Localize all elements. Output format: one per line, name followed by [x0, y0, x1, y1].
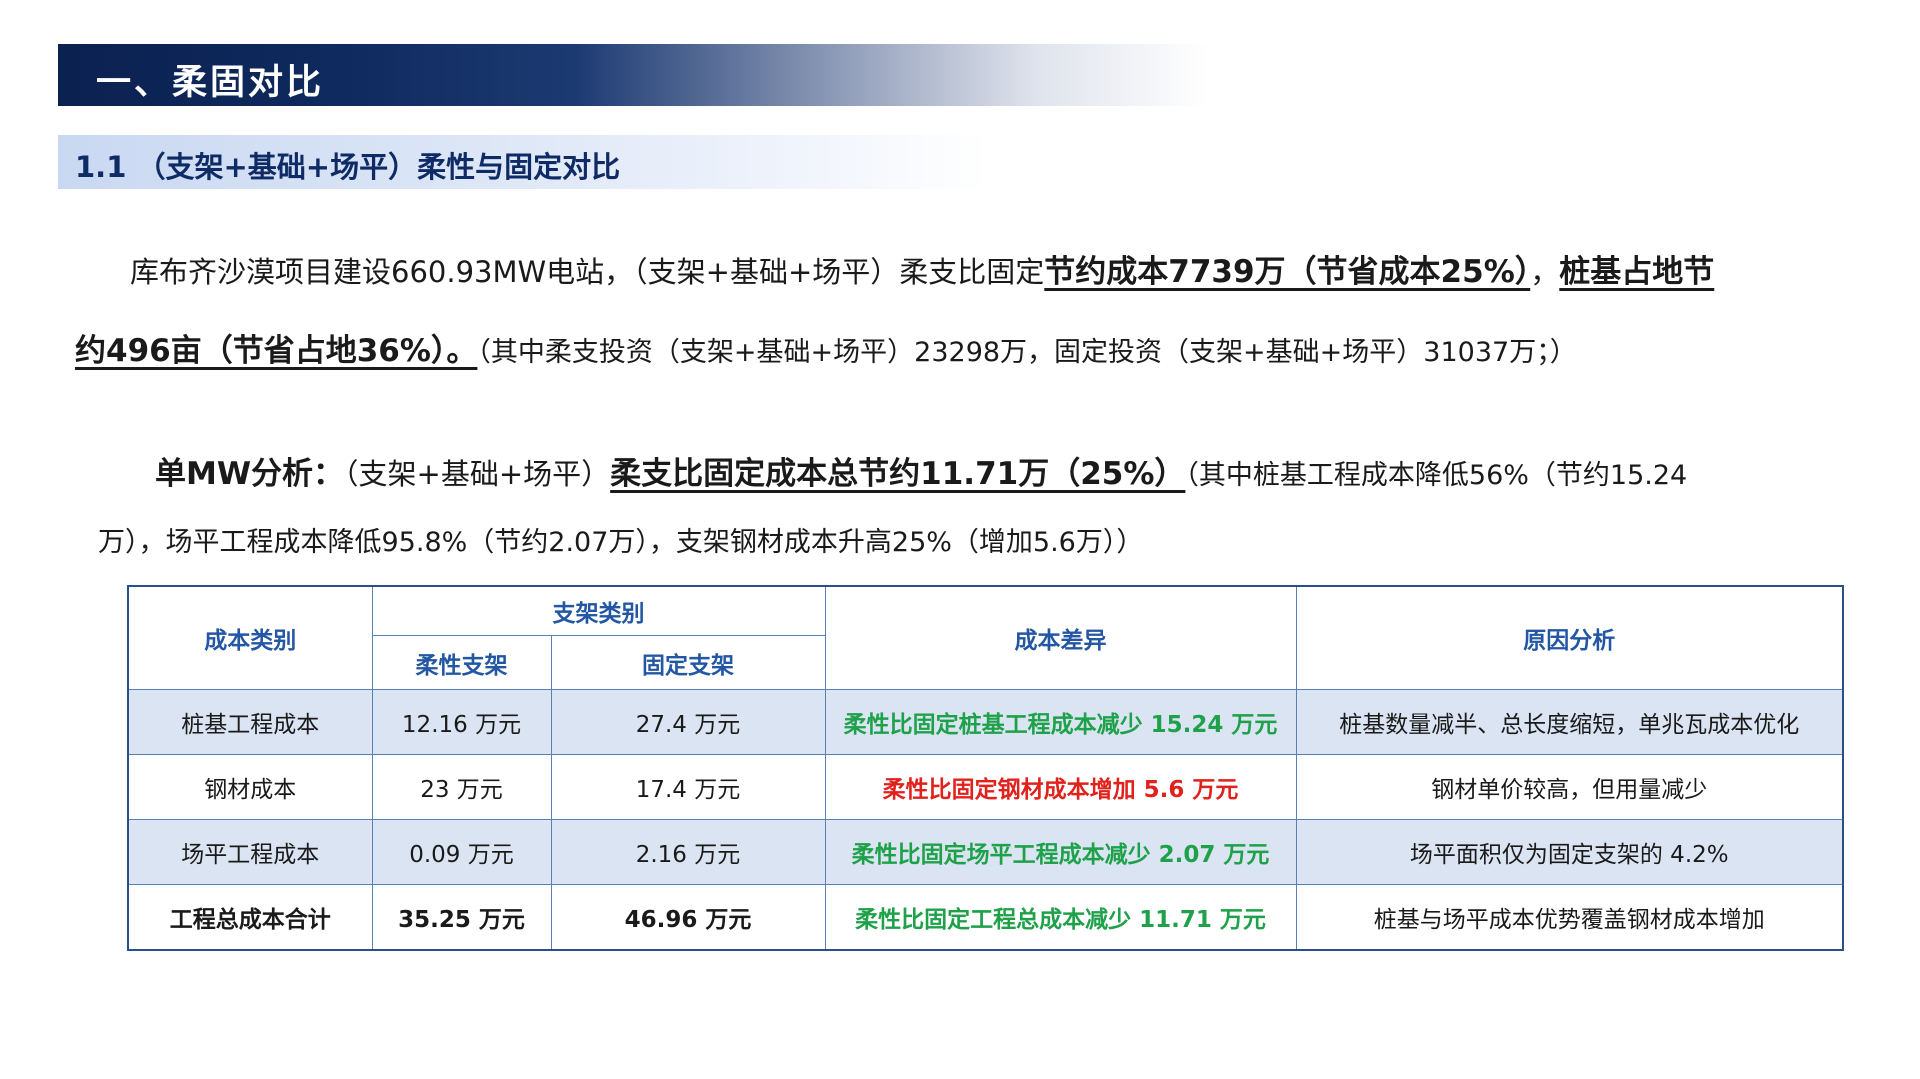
paragraph2-highlight: 柔支比固定成本总节约11.71万（25%）: [610, 456, 1186, 492]
paragraph2-note2: 万），场平工程成本降低95.8%（节约2.07万），支架钢材成本升高25%（增加…: [98, 527, 1144, 558]
header-cost-difference: 成本差异: [824, 585, 1297, 690]
row-flexible-value: 35.25 万元: [371, 884, 552, 951]
header-bracket-type: 支架类别: [371, 585, 826, 636]
row-reason: 场平面积仅为固定支架的 4.2%: [1295, 819, 1844, 885]
table-row: 场平工程成本 0.09 万元 2.16 万元 柔性比固定场平工程成本减少 2.0…: [127, 819, 1844, 885]
subsection-title: 1.1 （支架+基础+场平）柔性与固定对比: [75, 150, 621, 184]
row-fixed-value: 27.4 万元: [550, 689, 826, 755]
paragraph1-note: （其中柔支投资（支架+基础+场平）23298万，固定投资（支架+基础+场平）31…: [477, 337, 1577, 368]
header-cost-category: 成本类别: [127, 585, 373, 690]
paragraph2-intro: （支架+基础+场平）: [344, 457, 611, 491]
header-fixed-bracket: 固定支架: [550, 635, 826, 690]
cost-comparison-table: 成本类别 支架类别 成本差异 原因分析 柔性支架 固定支架 桩基工程成本 12.…: [127, 585, 1844, 951]
paragraph1-sep: ，: [1530, 255, 1560, 289]
paragraph1-highlight-land-2: 约496亩（节省占地36%）。: [75, 333, 478, 369]
row-flexible-value: 23 万元: [371, 754, 552, 820]
section-title: 一、柔固对比: [96, 63, 325, 103]
row-reason: 桩基与场平成本优势覆盖钢材成本增加: [1295, 884, 1844, 951]
paragraph2-note1: （其中桩基工程成本降低56%（节约15.24: [1185, 460, 1688, 491]
row-reason: 桩基数量减半、总长度缩短，单兆瓦成本优化: [1295, 689, 1844, 755]
paragraph1-line2: 约496亩（节省占地36%）。（其中柔支投资（支架+基础+场平）23298万，固…: [75, 325, 1577, 370]
row-difference: 柔性比固定场平工程成本减少 2.07 万元: [824, 819, 1297, 885]
row-difference: 柔性比固定桩基工程成本减少 15.24 万元: [824, 689, 1297, 755]
row-difference: 柔性比固定钢材成本增加 5.6 万元: [824, 754, 1297, 820]
table-row-total: 工程总成本合计 35.25 万元 46.96 万元 柔性比固定工程总成本减少 1…: [127, 884, 1844, 951]
row-category: 钢材成本: [127, 754, 373, 820]
paragraph1-highlight-cost: 节约成本7739万（节省成本25%）: [1044, 254, 1531, 290]
row-flexible-value: 0.09 万元: [371, 819, 552, 885]
paragraph2-line1: 单MW分析：（支架+基础+场平）柔支比固定成本总节约11.71万（25%）（其中…: [155, 448, 1687, 493]
table-row: 钢材成本 23 万元 17.4 万元 柔性比固定钢材成本增加 5.6 万元 钢材…: [127, 754, 1844, 820]
paragraph1-line1: 库布齐沙漠项目建设660.93MW电站，（支架+基础+场平）柔支比固定节约成本7…: [130, 246, 1714, 291]
table-header-row-1: 成本类别 支架类别 成本差异 原因分析: [127, 585, 1844, 690]
row-category: 场平工程成本: [127, 819, 373, 885]
row-category: 桩基工程成本: [127, 689, 373, 755]
row-fixed-value: 46.96 万元: [550, 884, 826, 951]
row-flexible-value: 12.16 万元: [371, 689, 552, 755]
header-flexible-bracket: 柔性支架: [371, 635, 552, 690]
paragraph1-intro: 库布齐沙漠项目建设660.93MW电站，（支架+基础+场平）柔支比固定: [130, 255, 1045, 289]
section-title-bar: 一、柔固对比: [58, 44, 1208, 106]
row-fixed-value: 2.16 万元: [550, 819, 826, 885]
paragraph1-highlight-land-1: 桩基占地节: [1559, 254, 1715, 290]
table-row: 桩基工程成本 12.16 万元 27.4 万元 柔性比固定桩基工程成本减少 15…: [127, 689, 1844, 755]
subsection-title-bar: 1.1 （支架+基础+场平）柔性与固定对比: [58, 135, 988, 189]
row-fixed-value: 17.4 万元: [550, 754, 826, 820]
row-difference: 柔性比固定工程总成本减少 11.71 万元: [824, 884, 1297, 951]
paragraph2-line2: 万），场平工程成本降低95.8%（节约2.07万），支架钢材成本升高25%（增加…: [98, 520, 1143, 559]
row-reason: 钢材单价较高，但用量减少: [1295, 754, 1844, 820]
paragraph2-label: 单MW分析：: [155, 456, 345, 492]
header-reason-analysis: 原因分析: [1295, 585, 1844, 690]
row-category: 工程总成本合计: [127, 884, 373, 951]
